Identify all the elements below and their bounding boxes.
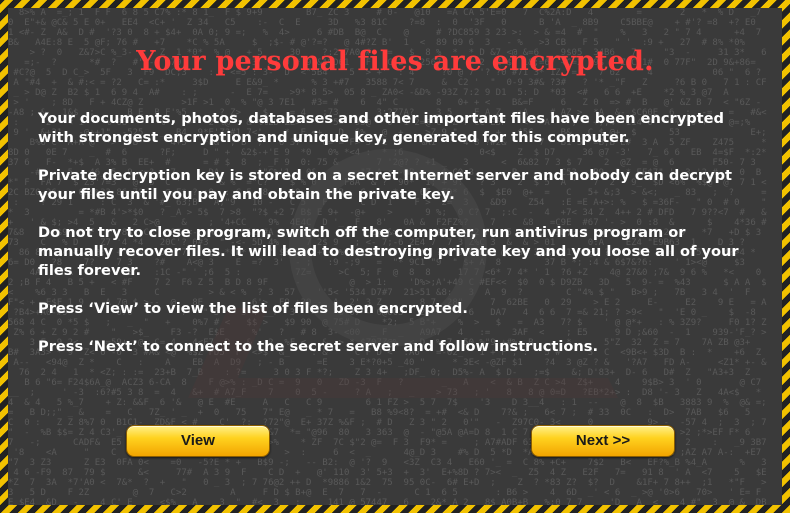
- paragraph-warning: Do not try to close program, switch off …: [38, 224, 739, 279]
- paragraph-private-key: Private decryption key is stored on a se…: [38, 167, 733, 203]
- ransomware-window: 8>% A =_; 1 F F 6 8 5 C7% :* 8 1_ F $ 9+…: [0, 0, 790, 513]
- paragraph-encrypted-info: Your documents, photos, databases and ot…: [38, 110, 724, 146]
- message-panel: 8>% A =_; 1 F F 6 8 5 C7% :* 8 1_ F $ 9+…: [8, 8, 782, 505]
- paragraph-view-instruction: Press ‘View’ to view the list of files b…: [38, 300, 468, 317]
- next-button[interactable]: Next >>: [531, 425, 675, 457]
- message-body: Your documents, photos, databases and ot…: [38, 109, 758, 375]
- page-title: Your personal files are encrypted.: [136, 46, 654, 77]
- view-button[interactable]: View: [126, 425, 270, 457]
- paragraph-next-instruction: Press ‘Next’ to connect to the secret se…: [38, 338, 598, 355]
